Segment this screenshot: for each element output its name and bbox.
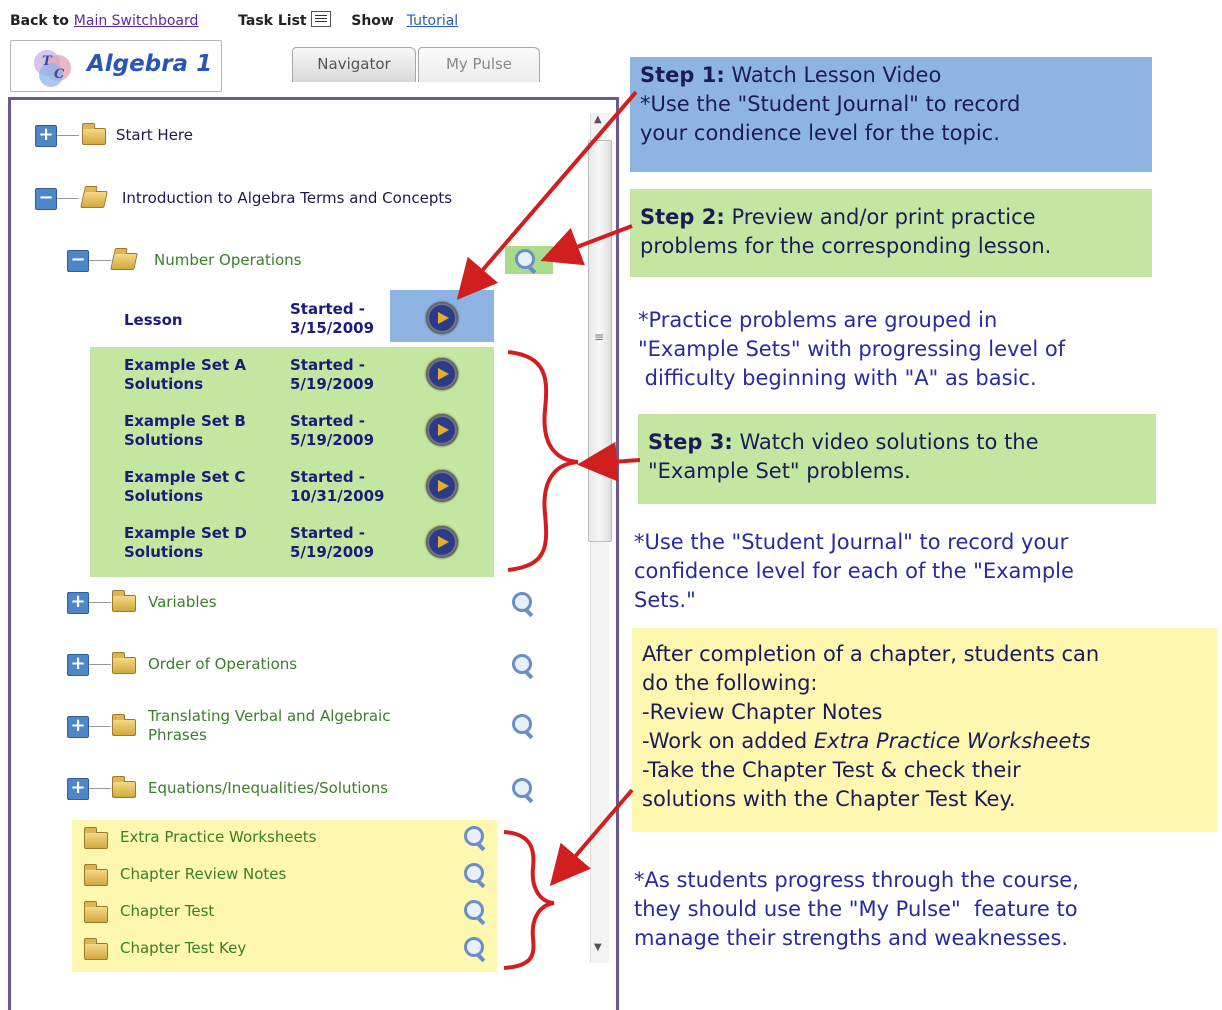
- arrow-step1: [456, 90, 638, 301]
- brace-example-sets: [507, 350, 579, 572]
- arrow-step2: [540, 224, 633, 266]
- arrow-step3: [577, 441, 641, 482]
- arrow-yellow: [549, 788, 634, 887]
- annotation-overlay: [456, 90, 641, 970]
- brace-extras: [503, 830, 555, 970]
